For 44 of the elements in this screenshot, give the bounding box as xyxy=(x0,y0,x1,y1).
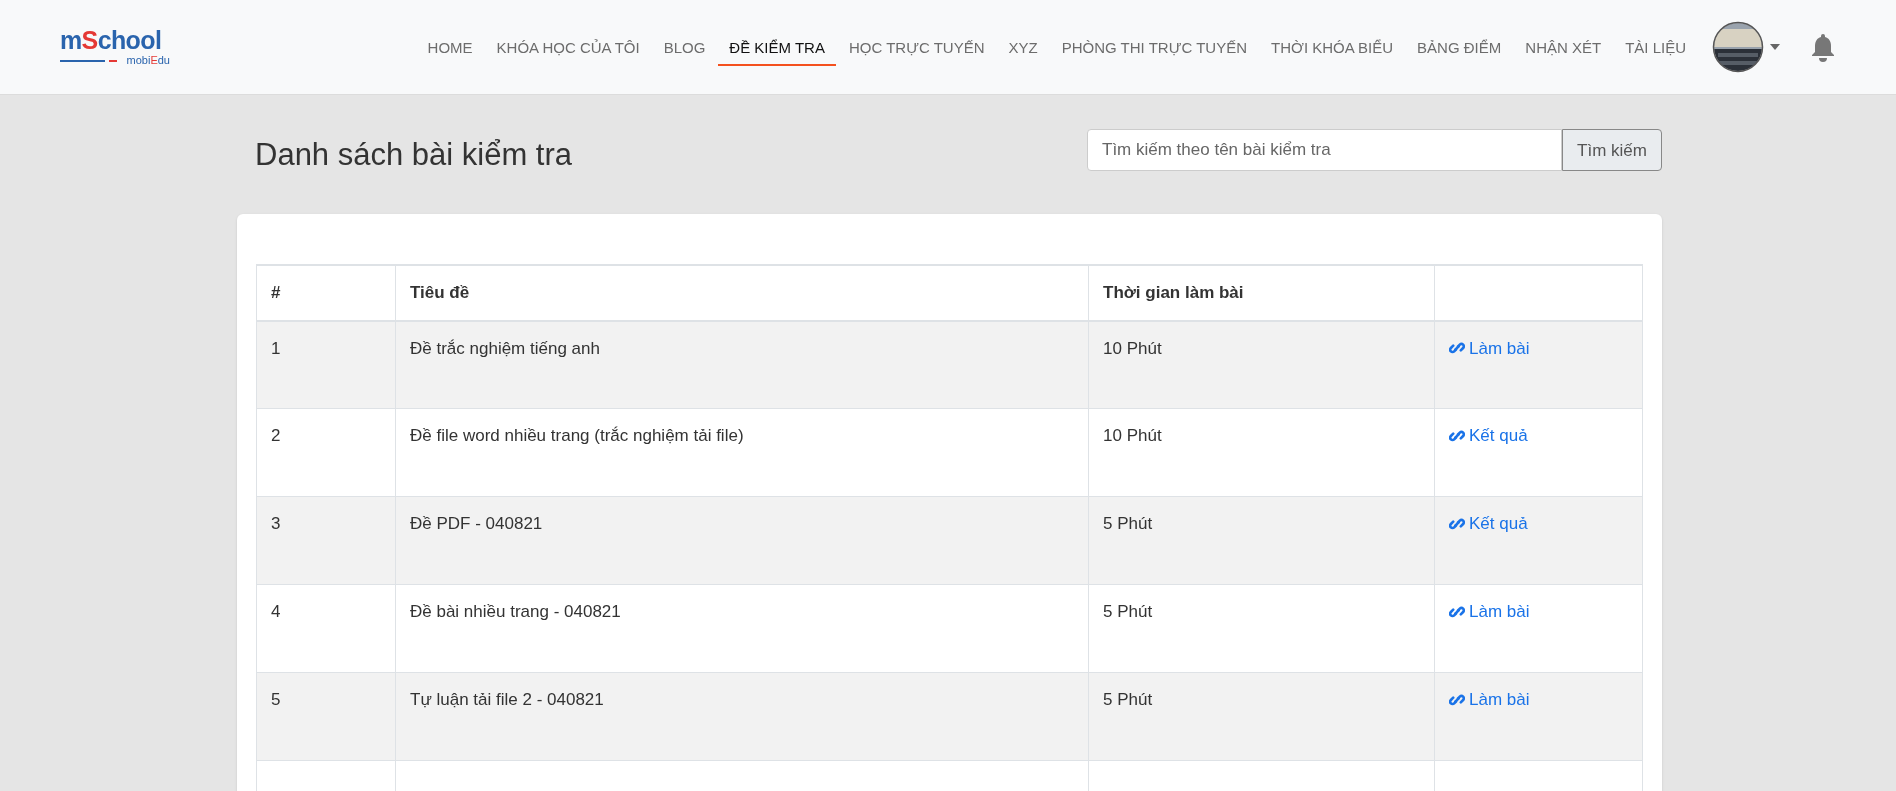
nav-tab[interactable]: HỌC TRỰC TUYẾN xyxy=(837,32,996,66)
nav-tab[interactable]: TÀI LIỆU xyxy=(1614,32,1697,66)
test-title: Tự luận tải file 2 - 040821 xyxy=(410,690,604,709)
nav-tab[interactable]: THỜI KHÓA BIỂU xyxy=(1260,32,1405,66)
test-title: Đề bài nhiều trang - 040821 xyxy=(410,602,621,621)
action-link[interactable]: Làm bài xyxy=(1449,599,1530,625)
nav-tab[interactable]: ĐỀ KIỂM TRA xyxy=(718,32,836,66)
test-duration: 5 Phút xyxy=(1103,514,1153,533)
action-link[interactable]: Kết quả xyxy=(1449,423,1528,449)
action-link[interactable]: Làm bài xyxy=(1449,687,1530,713)
test-title: Đề trắc nghiệm tiếng anh xyxy=(410,338,600,358)
row-number: 2 xyxy=(271,426,281,445)
action-link[interactable]: Làm bài xyxy=(1449,335,1530,361)
test-duration: 10 Phút xyxy=(1103,338,1162,358)
test-title: Đề file word nhiều trang (trắc nghiệm tải file) xyxy=(410,426,744,445)
row-number: 3 xyxy=(271,514,281,533)
nav-tab[interactable]: HOME xyxy=(416,32,484,66)
search-field[interactable]: Tìm kiếm theo tên bài kiểm tra xyxy=(1087,129,1562,172)
row-number: 1 xyxy=(271,338,281,358)
row-number: 5 xyxy=(271,690,281,709)
test-duration: 5 Phút xyxy=(1103,602,1153,621)
action-link[interactable]: Kết quả xyxy=(1449,511,1528,537)
column-header: # xyxy=(271,282,281,302)
link-icon xyxy=(1449,603,1465,620)
test-duration: 5 Phút xyxy=(1103,690,1153,709)
nav-tab[interactable]: KHÓA HỌC CỦA TÔI xyxy=(485,32,651,66)
page-title: Danh sách bài kiểm tra xyxy=(255,136,573,174)
nav-tab[interactable]: BLOG xyxy=(652,32,717,66)
link-icon xyxy=(1449,691,1465,708)
column-header: Tiêu đề xyxy=(410,282,470,302)
nav-tab[interactable]: PHÒNG THI TRỰC TUYẾN xyxy=(1050,32,1259,66)
search-button[interactable]: Tìm kiếm xyxy=(1562,129,1662,172)
nav-tab[interactable]: NHẬN XÉT xyxy=(1514,32,1613,66)
nav-tab[interactable]: XYZ xyxy=(997,32,1049,66)
link-icon xyxy=(1449,515,1465,532)
caret-icon[interactable] xyxy=(1770,44,1780,50)
logo[interactable]: mSchool mobiEdu xyxy=(60,28,170,66)
column-header: Thời gian làm bài xyxy=(1103,282,1244,302)
link-icon xyxy=(1449,427,1465,444)
test-duration: 10 Phút xyxy=(1103,426,1162,445)
row-number: 4 xyxy=(271,602,281,621)
bell-icon[interactable] xyxy=(1810,32,1836,62)
test-title: Đề PDF - 040821 xyxy=(410,514,543,533)
nav-tab[interactable]: BẢNG ĐIỂM xyxy=(1406,32,1513,66)
